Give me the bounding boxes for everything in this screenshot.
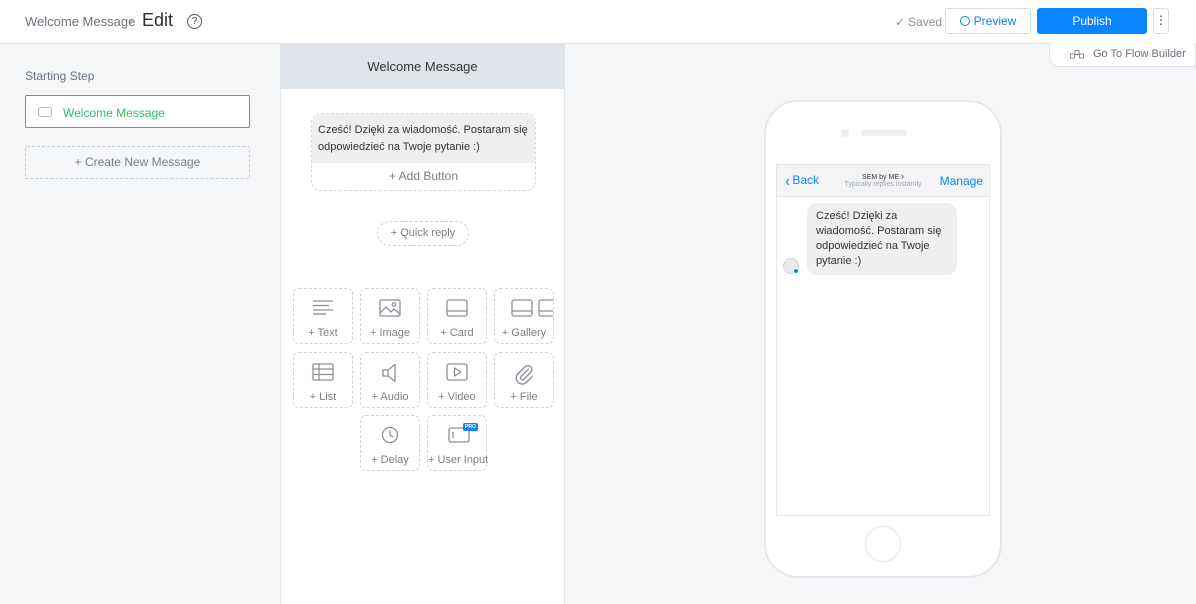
tile-label: + File: [510, 391, 538, 403]
tile-label: + Card: [440, 327, 474, 339]
chevron-right-icon: ›: [900, 171, 904, 181]
tile-label: + Gallery: [501, 327, 547, 339]
gallery-icon: [511, 299, 553, 317]
messenger-screen: ‹ Back SEM by ME › Typically replies inst…: [776, 164, 990, 516]
add-list-tile[interactable]: + List: [293, 352, 353, 408]
top-bar: Welcome Message › Edit ? ✓ Saved Preview …: [0, 0, 1196, 44]
flow-builder-icon: [1070, 50, 1084, 59]
text-message-card: Cześć! Dzięki za wiadomość. Postaram się…: [311, 113, 536, 191]
image-icon: [379, 299, 401, 317]
page-title: Edit: [142, 10, 174, 30]
phone-home-button: [865, 526, 901, 562]
tile-label: + Delay: [371, 454, 409, 466]
step-item-label: Welcome Message: [63, 106, 165, 120]
add-video-tile[interactable]: + Video: [427, 352, 487, 408]
add-user-input-tile[interactable]: PRO + User Input: [427, 415, 489, 471]
add-button-button[interactable]: + Add Button: [312, 163, 535, 190]
preview-label: Preview: [973, 14, 1017, 28]
starting-step-label: Starting Step: [25, 69, 95, 83]
tile-label: + Image: [369, 327, 411, 339]
message-icon: [38, 107, 52, 117]
message-text-field[interactable]: Cześć! Dzięki za wiadomość. Postaram się…: [312, 114, 535, 163]
phone-camera: [841, 129, 849, 137]
go-to-flow-builder-button[interactable]: Go To Flow Builder: [1049, 43, 1196, 67]
add-file-tile[interactable]: + File: [494, 352, 554, 408]
flow-builder-label: Go To Flow Builder: [1093, 48, 1186, 60]
messenger-badge-icon: [793, 268, 799, 274]
tile-label: + Video: [438, 391, 476, 403]
saved-status: ✓ Saved: [895, 15, 942, 29]
speaker-icon: [382, 363, 396, 383]
step-item-welcome-message[interactable]: Welcome Message: [25, 95, 250, 128]
more-options-icon[interactable]: ⋮: [1153, 8, 1169, 34]
add-delay-tile[interactable]: + Delay: [360, 415, 420, 471]
breadcrumb-separator: ›: [129, 13, 134, 28]
add-audio-tile[interactable]: + Audio: [360, 352, 420, 408]
tile-label: + Audio: [371, 391, 409, 403]
checkmark-icon: ✓: [895, 15, 906, 29]
paperclip-icon: [515, 364, 533, 385]
breadcrumb-welcome-message[interactable]: Welcome Message: [25, 14, 135, 29]
add-image-tile[interactable]: + Image: [360, 288, 420, 344]
pro-badge: PRO: [463, 423, 478, 431]
add-gallery-tile[interactable]: + Gallery: [494, 288, 554, 344]
editor-title: Welcome Message: [281, 44, 564, 89]
phone-speaker: [861, 130, 907, 136]
tile-label: + User Input: [428, 454, 489, 466]
messenger-header: ‹ Back SEM by ME › Typically replies inst…: [777, 165, 989, 197]
message-editor: Welcome Message Cześć! Dzięki za wiadomo…: [280, 44, 565, 604]
quick-reply-button[interactable]: + Quick reply: [377, 221, 469, 246]
page-name-label: SEM by ME: [862, 174, 899, 181]
add-card-tile[interactable]: + Card: [427, 288, 487, 344]
list-icon: [312, 363, 334, 381]
add-text-tile[interactable]: + Text: [293, 288, 353, 344]
preview-button[interactable]: Preview: [945, 8, 1031, 34]
card-icon: [446, 299, 468, 317]
tile-label: + List: [309, 391, 337, 403]
video-play-icon: [446, 363, 468, 381]
help-icon[interactable]: ?: [187, 14, 202, 29]
manage-link[interactable]: Manage: [940, 174, 983, 188]
avatar: [783, 258, 799, 274]
messenger-icon: [959, 16, 970, 26]
phone-preview: ‹ Back SEM by ME › Typically replies inst…: [764, 100, 1002, 578]
saved-label: Saved: [908, 15, 943, 29]
create-new-message-button[interactable]: + Create New Message: [25, 146, 250, 179]
text-lines-icon: [313, 300, 333, 315]
clock-icon: [381, 426, 399, 444]
publish-button[interactable]: Publish: [1037, 8, 1147, 34]
bot-message-bubble: Cześć! Dzięki za wiadomość. Postaram się…: [807, 203, 957, 275]
tile-label: + Text: [308, 327, 338, 339]
